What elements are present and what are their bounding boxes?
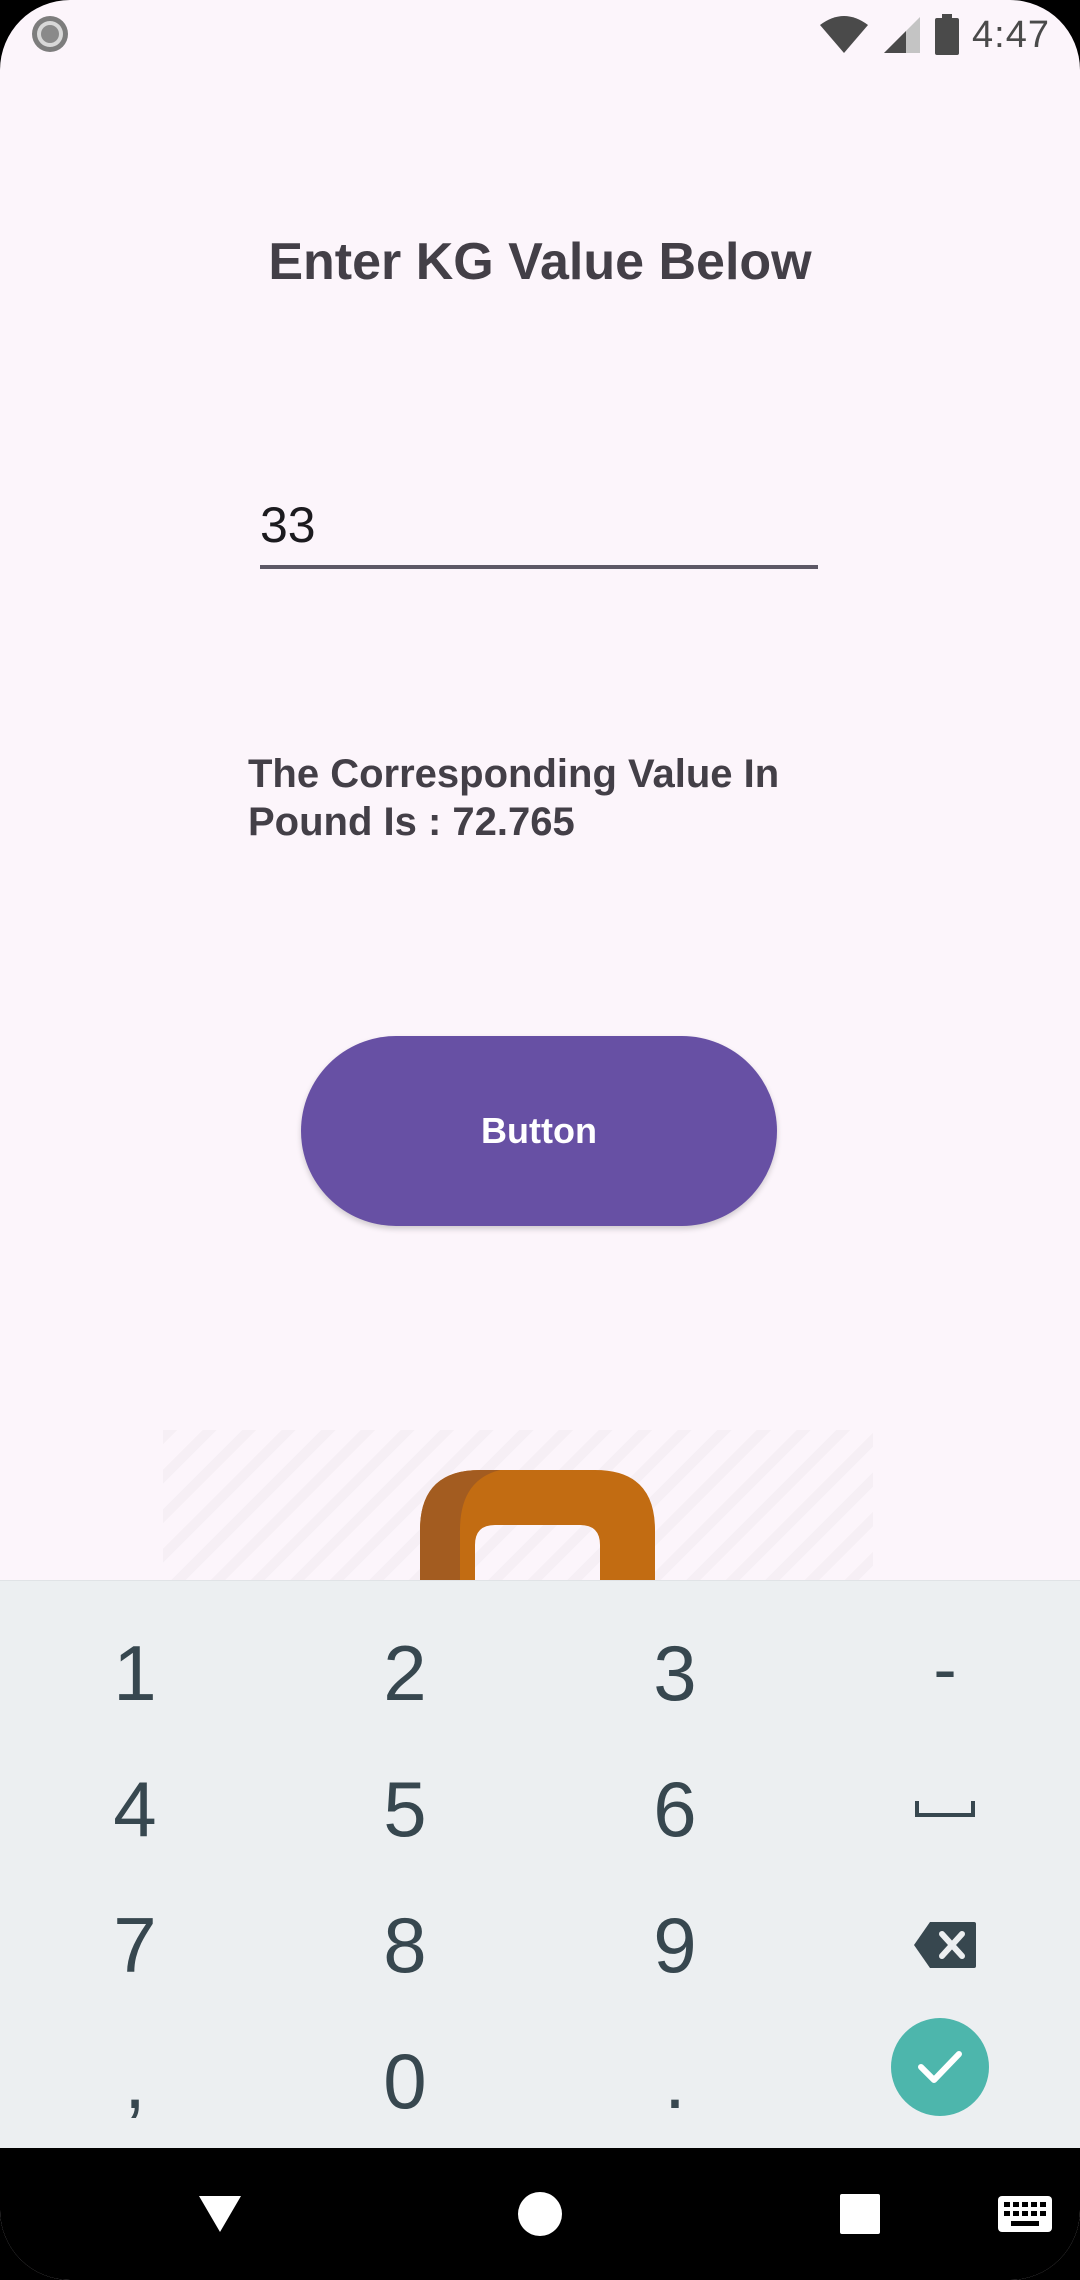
navigation-bar — [0, 2148, 1080, 2280]
key-space[interactable] — [810, 1741, 1080, 1877]
keyboard-icon — [998, 2196, 1052, 2232]
key-8[interactable]: 8 — [270, 1877, 540, 2013]
status-icons: 4:47 — [818, 8, 1050, 62]
key-minus[interactable]: - — [810, 1601, 1080, 1737]
space-icon — [915, 1801, 975, 1817]
convert-button[interactable]: Button — [301, 1036, 777, 1226]
key-done[interactable] — [805, 1999, 1075, 2135]
backspace-icon — [914, 1922, 976, 1968]
record-icon — [32, 16, 68, 52]
key-2[interactable]: 2 — [270, 1605, 540, 1741]
done-circle — [891, 2018, 989, 2116]
cell-signal-icon — [884, 17, 921, 53]
battery-icon — [935, 14, 960, 55]
kg-input-field[interactable]: 33 — [260, 485, 818, 569]
key-7[interactable]: 7 — [0, 1877, 270, 2013]
wifi-icon — [820, 16, 869, 53]
home-icon — [518, 2192, 562, 2236]
key-9[interactable]: 9 — [540, 1877, 810, 2013]
check-icon — [918, 2051, 962, 2083]
result-line-2: Pound Is : 72.765 — [248, 800, 575, 844]
status-bar: 4:47 — [0, 0, 1080, 70]
key-5[interactable]: 5 — [270, 1741, 540, 1877]
key-1[interactable]: 1 — [0, 1605, 270, 1741]
status-time: 4:47 — [972, 13, 1050, 56]
key-0[interactable]: 0 — [270, 2013, 540, 2149]
bag-graphic-icon — [420, 1470, 655, 1590]
nav-keyboard-button[interactable] — [985, 2148, 1065, 2280]
key-4[interactable]: 4 — [0, 1741, 270, 1877]
app-screen: 4:47 Enter KG Value Below 33 The Corresp… — [0, 0, 1080, 2280]
key-period[interactable]: . — [540, 2013, 810, 2149]
result-text: The Corresponding Value In Pound Is : 72… — [248, 750, 888, 846]
key-6[interactable]: 6 — [540, 1741, 810, 1877]
kg-input-value: 33 — [260, 497, 316, 553]
back-icon — [199, 2196, 241, 2232]
nav-recents-button[interactable] — [810, 2148, 910, 2280]
nav-home-button[interactable] — [490, 2148, 590, 2280]
nav-back-button[interactable] — [170, 2148, 270, 2280]
key-comma[interactable]: , — [0, 2013, 270, 2149]
page-title: Enter KG Value Below — [268, 233, 812, 291]
key-backspace[interactable] — [810, 1877, 1080, 2013]
numeric-keyboard: 1 2 3 - 4 5 6 7 8 9 , 0 . — [0, 1580, 1080, 2149]
key-3[interactable]: 3 — [540, 1605, 810, 1741]
result-line-1: The Corresponding Value In — [248, 752, 780, 796]
recents-icon — [840, 2194, 880, 2234]
